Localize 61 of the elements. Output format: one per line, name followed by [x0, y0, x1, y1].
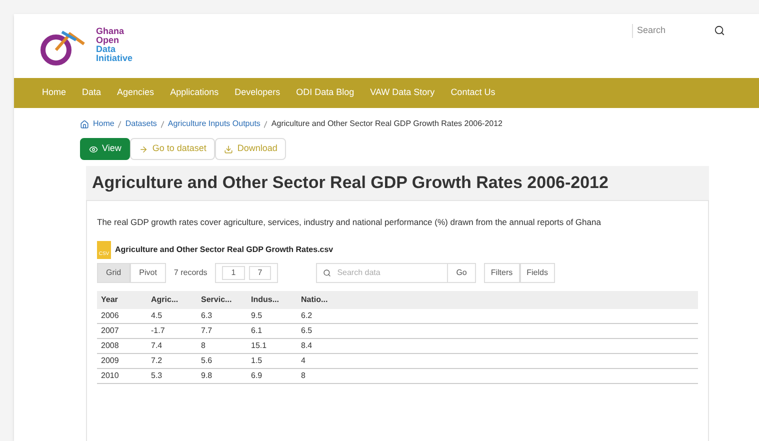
search-icon [323, 268, 332, 276]
go-button[interactable]: Go [447, 264, 475, 282]
column-header[interactable]: Year [97, 290, 147, 308]
logo-text: Data [96, 45, 116, 54]
column-header[interactable]: Agric... [147, 290, 197, 308]
arrow-icon [139, 144, 148, 154]
table-cell: 5.6 [197, 354, 247, 368]
table-cell: 9.5 [247, 308, 297, 324]
column-header[interactable]: Servic... [197, 290, 247, 308]
table-cell: 8 [197, 338, 247, 354]
action-button[interactable]: View [80, 138, 130, 160]
page-to-field[interactable]: 7 [248, 266, 272, 280]
record-count: 7 records [174, 266, 208, 278]
description-text: The real GDP growth rates cover agriculture, services, industry and national performance (%) drawn from the annual reports of Ghana [97, 216, 602, 229]
page-title: Agriculture and Other Sector Real GDP Growth Rates 2006-2012 [92, 172, 610, 194]
separator-icon [264, 120, 268, 128]
table-cell: 2007 [97, 324, 147, 338]
breadcrumb-link[interactable]: Agriculture Inputs Outputs [168, 118, 260, 130]
search-icon[interactable] [714, 25, 725, 36]
table-cell: 7.7 [197, 324, 247, 338]
logo-text: Ghana [96, 27, 126, 36]
data-search-box[interactable]: Search data Go [316, 262, 476, 282]
logo-text: Open [96, 36, 120, 45]
table-cell: 6.2 [297, 308, 347, 324]
resource-name: Agriculture and Other Sector Real GDP Growth Rates.csv [115, 244, 334, 256]
view-tab[interactable]: Grid [97, 262, 130, 282]
table-cell: 15.1 [247, 338, 297, 354]
table-cell: 7.4 [147, 338, 197, 354]
breadcrumb-link[interactable]: Datasets [125, 118, 157, 130]
logo-text: Initiative [96, 54, 133, 63]
breadcrumb-link[interactable]: Agriculture and Other Sector Real GDP Growth Rates 2006-2012 [271, 118, 503, 130]
separator-icon [118, 120, 122, 128]
eye-icon [89, 144, 98, 154]
table-cell: 8.4 [297, 338, 347, 354]
table-cell: 2008 [97, 338, 147, 354]
table-cell: 1.5 [247, 354, 297, 368]
toolbar-button[interactable]: Fields [520, 262, 555, 282]
download-icon [224, 144, 234, 154]
view-tab[interactable]: Pivot [130, 262, 166, 282]
toolbar-button[interactable]: Filters [484, 262, 520, 282]
table-cell: 4 [297, 354, 347, 368]
table-cell: 9.8 [197, 368, 247, 384]
table-cell: 6.9 [247, 368, 297, 384]
table-cell: 8 [297, 368, 347, 384]
table-cell: 7.2 [147, 354, 197, 368]
page-from-field[interactable]: 1 [222, 266, 245, 280]
column-header[interactable]: Indus... [247, 290, 297, 308]
table-cell: 4.5 [147, 308, 197, 324]
search-field[interactable]: Search [632, 24, 702, 38]
table-cell: 6.3 [197, 308, 247, 324]
table-cell: 2006 [97, 308, 147, 324]
table-cell: 2010 [97, 368, 147, 384]
column-header[interactable]: Natio... [297, 290, 347, 308]
breadcrumb-link[interactable]: Home [93, 118, 114, 130]
table-cell: -1.7 [147, 324, 197, 338]
table-cell: 5.3 [147, 368, 197, 384]
table-cell: 6.5 [297, 324, 347, 338]
home-icon[interactable] [80, 120, 89, 128]
table-cell: 2009 [97, 354, 147, 368]
table-cell: 6.1 [247, 324, 297, 338]
separator-icon [160, 120, 164, 128]
